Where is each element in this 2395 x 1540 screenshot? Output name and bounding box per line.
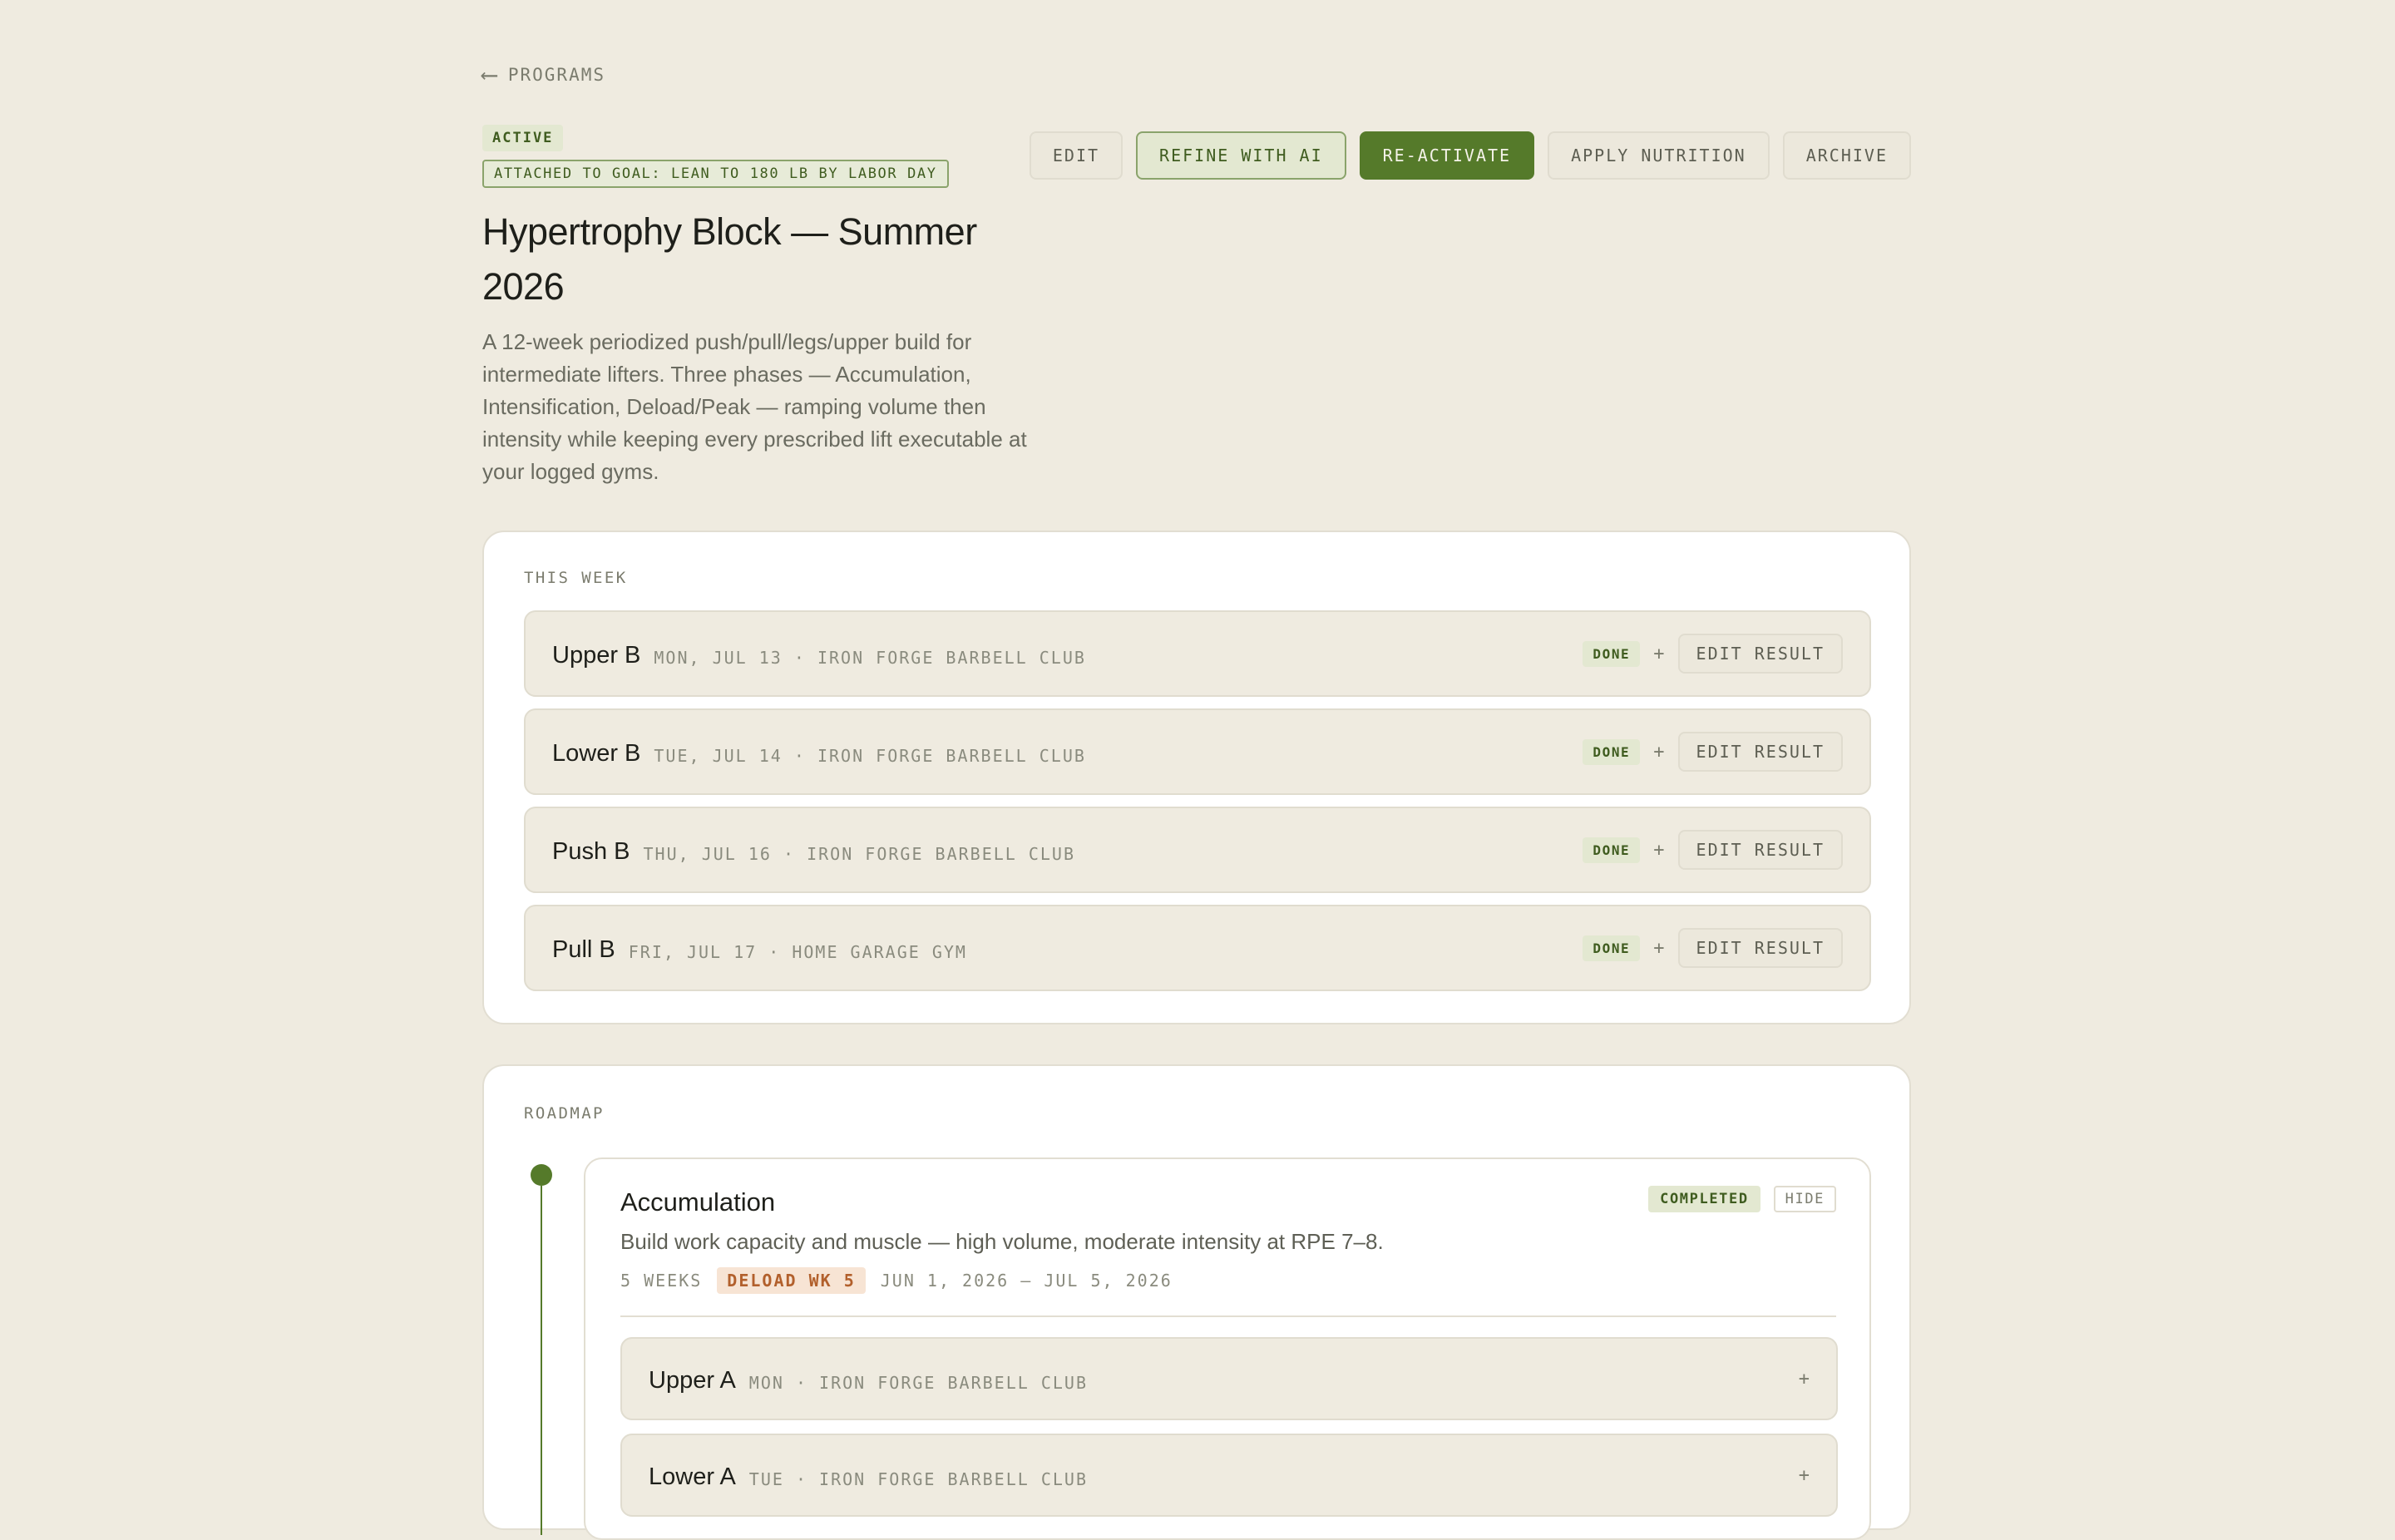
- session-meta: FRI, JUL 17 · HOME GARAGE GYM: [628, 942, 967, 962]
- arrow-left-icon: ⟵: [482, 61, 496, 88]
- goal-badge[interactable]: ATTACHED TO GOAL: LEAN TO 180 LB BY LABO…: [482, 160, 949, 188]
- session-meta: THU, JUL 16 · IRON FORGE BARBELL CLUB: [643, 844, 1076, 864]
- session-name: Upper B: [552, 641, 641, 669]
- deload-badge: DELOAD WK 5: [717, 1267, 866, 1294]
- session-name: Lower A: [649, 1463, 736, 1490]
- back-link-label: PROGRAMS: [507, 65, 606, 85]
- program-actions: EDIT REFINE WITH AI RE-ACTIVATE APPLY NU…: [1029, 131, 1911, 180]
- hide-button[interactable]: HIDE: [1773, 1186, 1836, 1212]
- this-week-card: THIS WEEK Upper B MON, JUL 13 · IRON FOR…: [482, 531, 1911, 1024]
- reactivate-button[interactable]: RE-ACTIVATE: [1359, 131, 1535, 180]
- edit-button[interactable]: EDIT: [1029, 131, 1123, 180]
- phase-description: Build work capacity and muscle — high vo…: [620, 1229, 1384, 1254]
- phase-meta: 5 WEEKS DELOAD WK 5 JUN 1, 2026 – JUL 5,…: [620, 1267, 1173, 1294]
- session-meta: MON, JUL 13 · IRON FORGE BARBELL CLUB: [654, 648, 1086, 668]
- this-week-label: THIS WEEK: [524, 569, 628, 587]
- timeline-dot-icon: [531, 1164, 552, 1186]
- page-title: Hypertrophy Block — Summer 2026: [482, 210, 977, 308]
- refine-with-ai-button[interactable]: REFINE WITH AI: [1136, 131, 1346, 180]
- program-header: ACTIVE ATTACHED TO GOAL: LEAN TO 180 LB …: [482, 125, 1048, 488]
- completed-badge: COMPLETED: [1648, 1186, 1760, 1212]
- plus-icon[interactable]: +: [1653, 938, 1664, 959]
- plus-icon[interactable]: +: [1653, 840, 1664, 861]
- session-meta: MON · IRON FORGE BARBELL CLUB: [748, 1373, 1088, 1393]
- session-name: Upper A: [649, 1366, 736, 1394]
- apply-nutrition-button[interactable]: APPLY NUTRITION: [1548, 131, 1770, 180]
- status-badge: ACTIVE: [482, 125, 564, 151]
- roadmap-label: ROADMAP: [524, 1104, 605, 1123]
- edit-result-button[interactable]: EDIT RESULT: [1677, 830, 1843, 870]
- session-meta: TUE · IRON FORGE BARBELL CLUB: [748, 1469, 1088, 1489]
- phase-dates: JUN 1, 2026 – JUL 5, 2026: [880, 1271, 1173, 1291]
- done-badge: DONE: [1583, 738, 1641, 765]
- session-row[interactable]: Push B THU, JUL 16 · IRON FORGE BARBELL …: [524, 807, 1871, 893]
- session-meta: TUE, JUL 14 · IRON FORGE BARBELL CLUB: [654, 746, 1086, 766]
- phase-card: Accumulation COMPLETED HIDE Build work c…: [584, 1157, 1871, 1540]
- session-name: Lower B: [552, 739, 641, 767]
- back-to-programs-link[interactable]: ⟵ PROGRAMS: [482, 63, 605, 86]
- plus-icon[interactable]: +: [1653, 644, 1664, 664]
- timeline-line: [541, 1186, 542, 1535]
- phase-session-row[interactable]: Upper A MON · IRON FORGE BARBELL CLUB +: [620, 1337, 1838, 1420]
- session-name: Pull B: [552, 935, 615, 963]
- divider: [620, 1315, 1836, 1317]
- plus-icon[interactable]: +: [1799, 1465, 1810, 1486]
- session-row[interactable]: Lower B TUE, JUL 14 · IRON FORGE BARBELL…: [524, 708, 1871, 795]
- done-badge: DONE: [1583, 935, 1641, 961]
- done-badge: DONE: [1583, 837, 1641, 863]
- roadmap-card: ROADMAP Accumulation COMPLETED HIDE Buil…: [482, 1064, 1911, 1540]
- session-row[interactable]: Upper B MON, JUL 13 · IRON FORGE BARBELL…: [524, 610, 1871, 697]
- phase-weeks: 5 WEEKS: [620, 1271, 703, 1291]
- archive-button[interactable]: ARCHIVE: [1782, 131, 1911, 180]
- phase-session-row[interactable]: Lower A TUE · IRON FORGE BARBELL CLUB +: [620, 1434, 1838, 1517]
- program-description: A 12-week periodized push/pull/legs/uppe…: [482, 329, 1027, 484]
- edit-result-button[interactable]: EDIT RESULT: [1677, 732, 1843, 772]
- plus-icon[interactable]: +: [1799, 1369, 1810, 1389]
- session-name: Push B: [552, 837, 630, 865]
- phase-title: Accumulation: [620, 1187, 776, 1217]
- done-badge: DONE: [1583, 640, 1641, 667]
- edit-result-button[interactable]: EDIT RESULT: [1677, 928, 1843, 968]
- edit-result-button[interactable]: EDIT RESULT: [1677, 634, 1843, 674]
- plus-icon[interactable]: +: [1653, 742, 1664, 763]
- session-row[interactable]: Pull B FRI, JUL 17 · HOME GARAGE GYM DON…: [524, 905, 1871, 991]
